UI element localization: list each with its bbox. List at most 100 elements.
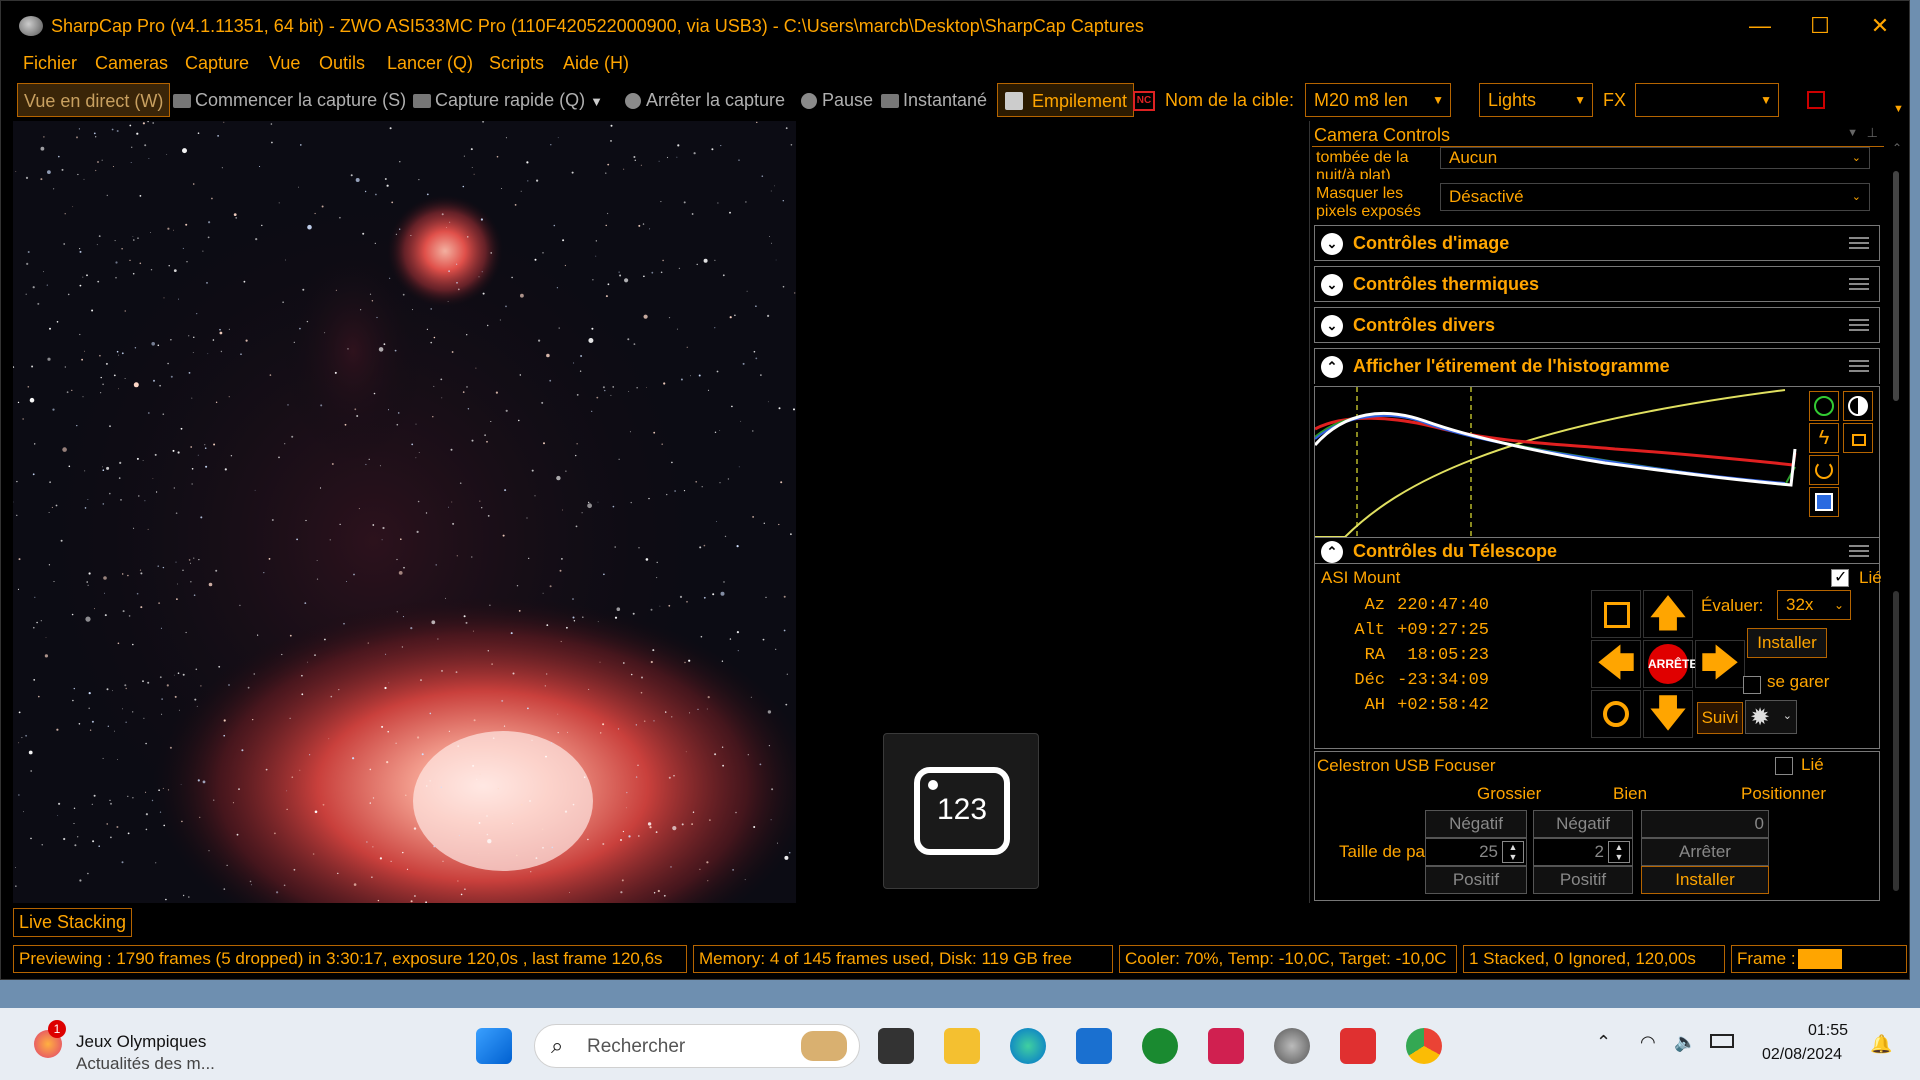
mount-install-button[interactable]: Installer [1747,628,1827,658]
menu-icon[interactable] [1849,278,1869,290]
fx-dropdown[interactable]: ▼ [1635,83,1779,117]
edge-browser-icon[interactable] [1010,1028,1046,1064]
sharpcap-taskbar-icon[interactable] [1274,1028,1310,1064]
panel-dropdown-icon[interactable]: ▼ [1847,127,1858,139]
minimize-button[interactable]: — [1735,9,1785,43]
number-overlay-tile[interactable]: 123 [883,733,1039,889]
menu-aide[interactable]: Aide (H) [563,53,629,74]
park-checkbox[interactable] [1743,676,1761,694]
close-button[interactable]: ✕ [1855,9,1905,43]
chevron-down-icon: ⌄ [1782,710,1792,722]
menu-lancer[interactable]: Lancer (Q) [387,53,473,74]
focuser-linked-checkbox[interactable] [1775,757,1793,775]
histogram-save-button[interactable] [1809,487,1839,517]
menu-vue[interactable]: Vue [269,53,300,74]
mask-dropdown[interactable]: Désactivé ⌄ [1440,183,1870,211]
scroll-thumb-lower[interactable] [1893,591,1899,891]
mount-stop-button[interactable]: ARRÊTE [1643,640,1697,688]
fine-negative-button[interactable]: Négatif [1533,810,1633,838]
group-histogram[interactable]: ⌃ Afficher l'étirement de l'histogramme [1314,348,1880,384]
group-telescope[interactable]: ⌃ Contrôles du Télescope [1314,538,1880,566]
position-input[interactable]: 0 [1641,810,1769,838]
histogram-power-button[interactable] [1809,391,1839,421]
rate-dropdown[interactable]: 32x ⌄ [1777,590,1851,620]
mask-value: Désactivé [1449,187,1524,206]
maximize-button[interactable]: ☐ [1795,9,1845,43]
menu-icon[interactable] [1849,237,1869,249]
menu-icon[interactable] [1849,545,1869,557]
menu-scripts[interactable]: Scripts [489,53,544,74]
group-thermal-controls[interactable]: ⌄ Contrôles thermiques [1314,266,1880,302]
clock-date[interactable]: 02/08/2024 [1762,1046,1842,1064]
nightfall-dropdown[interactable]: Aucun ⌄ [1440,147,1870,169]
live-view-button[interactable]: Vue en direct (W) [17,83,171,117]
mount-north-button[interactable]: 🡅 [1643,590,1693,638]
live-stacking-tab[interactable]: Live Stacking [13,908,133,937]
astro-app-icon[interactable] [1208,1028,1244,1064]
coarse-negative-button[interactable]: Négatif [1425,810,1527,838]
focuser-stop-button[interactable]: Arrêter [1641,838,1769,866]
tracking-button[interactable]: Suivi [1697,702,1743,734]
scroll-thumb[interactable] [1893,171,1899,401]
fine-step-spinner[interactable]: 2 ▲ ▼ [1533,838,1633,866]
lock-icon [1852,434,1866,446]
battery-icon[interactable] [1710,1034,1734,1048]
group-title: Contrôles du Télescope [1353,541,1558,561]
histogram-auto-stretch-button[interactable]: ϟ [1809,423,1839,453]
mount-linked-checkbox[interactable]: ✓ [1831,569,1849,587]
stop-capture-button[interactable]: Arrêter la capture [625,83,785,117]
taskbar-search[interactable]: ⌕ Rechercher [534,1024,860,1068]
clock-time[interactable]: 01:55 [1808,1022,1848,1040]
menu-cameras[interactable]: Cameras [95,53,168,74]
fine-positive-button[interactable]: Positif [1533,866,1633,894]
spinner-arrows-icon[interactable]: ▲ ▼ [1502,841,1524,863]
anydesk-icon[interactable] [1340,1028,1376,1064]
spinner-arrows-icon[interactable]: ▲ ▼ [1608,841,1630,863]
snapshot-button[interactable]: Instantané [881,83,987,117]
group-image-controls[interactable]: ⌄ Contrôles d'image [1314,225,1880,261]
focuser-install-button[interactable]: Installer [1641,866,1769,894]
mount-target-button[interactable] [1591,690,1641,738]
menu-capture[interactable]: Capture [185,53,249,74]
mount-options-dropdown[interactable]: ✹ ⌄ [1745,700,1797,734]
live-image-viewer[interactable] [13,121,796,903]
sharpcap-logo-icon [19,16,43,36]
toolbar-overflow-icon[interactable]: ▼ [1893,103,1904,115]
pause-button[interactable]: Pause [801,83,873,117]
menu-icon[interactable] [1849,319,1869,331]
coarse-positive-button[interactable]: Positif [1425,866,1527,894]
chrome-icon[interactable] [1406,1028,1442,1064]
windows-start-icon[interactable] [476,1028,512,1064]
mount-spiral-button[interactable] [1591,590,1641,638]
microsoft-store-icon[interactable] [1076,1028,1112,1064]
panel-scrollbar[interactable]: ⌃ [1887,141,1907,901]
chevron-up-icon[interactable]: ⌃ [1596,1032,1611,1053]
speaker-muted-icon[interactable]: 🔈 [1674,1032,1696,1053]
notification-bell-icon[interactable]: 🔔 [1870,1034,1892,1055]
histogram-display[interactable]: ϟ [1314,386,1880,538]
mount-east-button[interactable]: 🡆 [1695,640,1745,688]
phd2-icon[interactable] [1142,1028,1178,1064]
frame-type-dropdown[interactable]: Lights ▼ [1479,83,1593,117]
task-view-icon[interactable] [878,1028,914,1064]
file-explorer-icon[interactable] [944,1028,980,1064]
scroll-up-icon[interactable]: ⌃ [1887,141,1907,155]
menu-outils[interactable]: Outils [319,53,365,74]
menu-fichier[interactable]: Fichier [23,53,77,74]
menu-icon[interactable] [1849,360,1869,372]
histogram-reset-button[interactable] [1809,455,1839,485]
pin-icon[interactable]: ⊥ [1867,125,1878,141]
group-misc-controls[interactable]: ⌄ Contrôles divers [1314,307,1880,343]
target-name-dropdown[interactable]: M20 m8 len ▼ [1305,83,1451,117]
wifi-icon[interactable]: ◠ [1640,1032,1656,1053]
status-cooler: Cooler: 70%, Temp: -10,0C, Target: -10,0… [1119,945,1457,973]
histogram-lock-button[interactable] [1843,423,1873,453]
chevron-down-icon[interactable]: ▼ [590,94,603,109]
quick-capture-button[interactable]: Capture rapide (Q) ▼ [413,83,603,117]
news-title[interactable]: Jeux Olympiques [76,1032,206,1052]
mount-west-button[interactable]: 🡄 [1591,640,1641,688]
coarse-step-spinner[interactable]: 25 ▲ ▼ [1425,838,1527,866]
start-capture-button[interactable]: Commencer la capture (S) [173,83,406,117]
mount-south-button[interactable]: 🡇 [1643,690,1693,738]
histogram-contrast-button[interactable] [1843,391,1873,421]
